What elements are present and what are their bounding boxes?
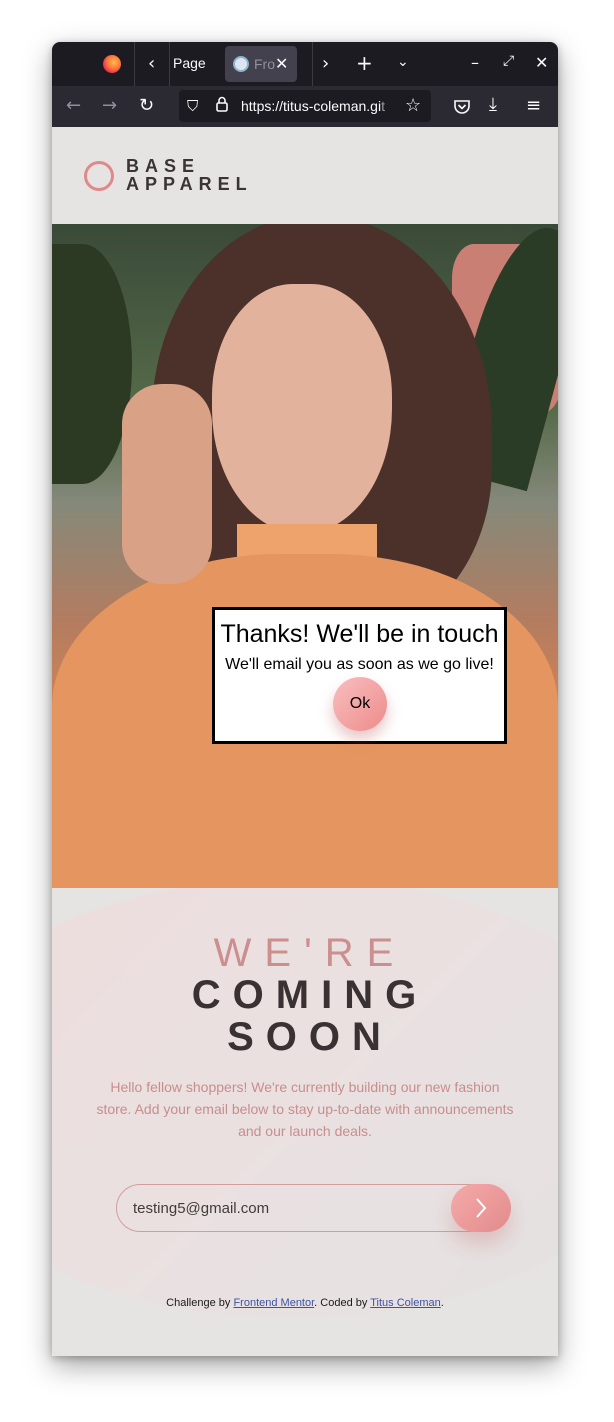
description: Hello fellow shoppers! We're currently b… [96,1079,514,1139]
scroll-tabs-right-icon[interactable]: › [322,54,329,74]
forward-icon[interactable]: → [102,95,117,117]
logo-ring-icon [84,161,114,191]
heading-light: WE'RE [213,931,407,975]
tab-active[interactable]: Fro ✕ [225,46,297,82]
pocket-icon[interactable] [453,98,471,116]
arrow-right-icon [476,1198,487,1218]
logo-text: BASE APPAREL [126,157,253,193]
frontend-mentor-link[interactable]: Frontend Mentor [233,1297,314,1309]
leaf-left [52,244,132,484]
footer-prefix: Challenge by [166,1297,234,1309]
email-input[interactable] [133,1185,433,1231]
minimize-icon[interactable]: – [471,53,479,72]
browser-window: ‹ Page Fro ✕ › + ⌄ – ⤢ ✕ ← → ↻ ⛉ https:/… [52,42,558,1356]
hero-image: Thanks! We'll be in touch We'll email yo… [52,224,558,888]
new-tab-icon[interactable]: + [356,51,373,75]
email-form [116,1184,511,1232]
close-tab-icon[interactable]: ✕ [275,54,288,73]
list-all-tabs-icon[interactable]: ⌄ [397,54,409,70]
footer-middle: . Coded by [314,1297,371,1309]
url-bar[interactable]: ⛉ https://titus-coleman.git ☆ [179,90,431,122]
reload-icon[interactable]: ↻ [139,95,154,117]
tab-label: Fro [254,56,275,72]
close-window-icon[interactable]: ✕ [535,53,548,72]
back-icon[interactable]: ← [66,95,81,117]
confirmation-modal: Thanks! We'll be in touch We'll email yo… [212,607,507,744]
submit-button[interactable] [451,1184,511,1232]
logo-line-2: APPAREL [126,174,253,194]
menu-icon[interactable]: ≡ [526,95,541,117]
url-rest: t [381,98,385,114]
logo-line-1: BASE [126,156,201,176]
model-hand [122,384,212,584]
main-content: WE'RE COMING SOON Hello fellow shoppers!… [52,888,558,1356]
heading-dark-line-2: SOON [227,1015,393,1059]
modal-title: Thanks! We'll be in touch [220,620,499,648]
heading-dark: COMING SOON [52,974,558,1058]
tracking-protection-icon[interactable]: ⛉ [187,97,198,115]
scroll-tabs-left-icon[interactable]: ‹ [148,54,155,74]
downloads-icon[interactable]: ⤓ [489,94,497,116]
site-header: BASE APPAREL [52,127,558,224]
model-face [212,284,392,534]
divider [134,42,135,86]
heading-dark-line-1: COMING [191,973,429,1017]
tab-page[interactable]: Page [173,55,206,71]
ok-button[interactable]: Ok [333,677,387,731]
maximize-icon[interactable]: ⤢ [503,53,514,69]
divider [312,42,313,86]
nav-bar: ← → ↻ ⛉ https://titus-coleman.git ☆ ⤓ ≡ [52,86,558,127]
attribution: Challenge by Frontend Mentor. Coded by T… [52,1297,558,1309]
divider [169,42,170,86]
author-link[interactable]: Titus Coleman [370,1297,441,1309]
tab-strip: ‹ Page Fro ✕ › + ⌄ – ⤢ ✕ [52,42,558,86]
modal-text: We'll email you as soon as we go live! [225,656,494,673]
footer-suffix: . [440,1297,444,1309]
url-main: https://titus-coleman.gi [241,98,382,114]
bookmark-star-icon[interactable]: ☆ [405,95,421,116]
lock-icon[interactable] [216,96,228,112]
tab-favicon-icon [233,56,249,72]
tab-label: Page [173,55,206,71]
firefox-icon[interactable] [103,55,121,73]
url-text: https://titus-coleman.git [241,98,397,114]
web-page: BASE APPAREL Thanks! We'll be in touch W… [52,127,558,1356]
